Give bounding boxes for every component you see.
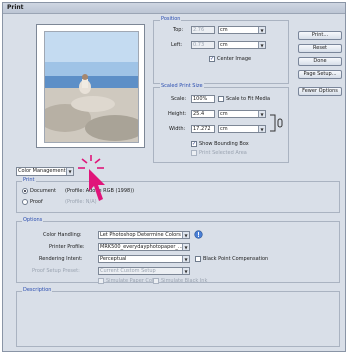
print-selected-label: Print Selected Area	[199, 150, 247, 156]
annotation-arrow-icon	[78, 155, 105, 201]
scale-field[interactable]: 100%	[191, 95, 215, 103]
top-unit-select[interactable]: cm ▼	[218, 26, 266, 34]
simulate-paper-label: Simulate Paper Color	[106, 278, 159, 284]
page-setup-button[interactable]: Page Setup...	[298, 70, 342, 79]
show-bbox-checkbox[interactable]: ✓	[191, 141, 197, 147]
width-label: Width:	[169, 126, 186, 132]
chevron-down-icon: ▼	[258, 111, 265, 117]
chevron-down-icon: ▼	[182, 232, 189, 238]
description-legend: Description	[22, 287, 53, 293]
window-title: Print	[7, 4, 24, 11]
color-handling-select[interactable]: Let Photoshop Determine Colors ▼	[98, 231, 190, 239]
height-unit-select[interactable]: cm ▼	[218, 110, 266, 118]
top-field[interactable]: 2.76	[191, 26, 215, 34]
bpc-checkbox[interactable]	[195, 256, 201, 262]
left-unit-select[interactable]: cm ▼	[218, 41, 266, 49]
print-dialog: Print Position Top: 2.76 cm ▼ Left: 0.73 …	[2, 2, 346, 352]
left-field[interactable]: 0.73	[191, 41, 215, 49]
fewer-options-button[interactable]: Fewer Options	[298, 87, 342, 96]
print-button[interactable]: Print...	[298, 31, 342, 40]
simulate-ink-checkbox[interactable]	[153, 278, 159, 284]
center-image-label: Center Image	[217, 56, 252, 62]
show-bbox-label: Show Bounding Box	[199, 141, 249, 147]
chevron-down-icon: ▼	[182, 268, 189, 274]
width-field[interactable]: 17.272	[191, 125, 215, 133]
proof-setup-label: Proof Setup Preset:	[32, 268, 80, 274]
width-unit-value: cm	[220, 126, 228, 132]
proof-setup-select[interactable]: Current Custom Setup ▼	[98, 267, 190, 275]
chevron-down-icon: ▼	[66, 168, 73, 175]
document-radio[interactable]	[22, 188, 28, 194]
document-label: Document	[30, 188, 56, 194]
chevron-down-icon: ▼	[182, 244, 189, 250]
print-legend: Print	[22, 177, 36, 183]
simulate-paper-checkbox[interactable]	[98, 278, 104, 284]
proof-label: Proof	[30, 199, 43, 205]
print-preview	[36, 24, 145, 148]
preview-image	[45, 32, 138, 142]
printer-profile-select[interactable]: MRK500_everydayphotopaper_... ▼	[98, 243, 190, 251]
warning-icon	[194, 230, 203, 239]
scale-to-fit-checkbox[interactable]	[218, 96, 224, 102]
chevron-down-icon: ▼	[258, 126, 265, 132]
height-label: Height:	[168, 111, 187, 117]
color-handling-value: Let Photoshop Determine Colors	[100, 232, 181, 238]
scaled-legend: Scaled Print Size	[160, 83, 204, 89]
printer-profile-value: MRK500_everydayphotopaper_...	[100, 244, 183, 250]
rendering-intent-label: Rendering Intent:	[39, 256, 83, 262]
scale-to-fit-label: Scale to Fit Media	[226, 96, 271, 102]
chevron-down-icon: ▼	[258, 27, 265, 33]
description-group	[16, 291, 340, 347]
chevron-down-icon: ▼	[258, 42, 265, 48]
height-unit-value: cm	[220, 111, 228, 117]
left-unit-value: cm	[220, 42, 228, 48]
simulate-ink-label: Simulate Black Ink	[161, 278, 208, 284]
reset-button[interactable]: Reset	[298, 44, 342, 53]
left-label: Left:	[171, 42, 183, 48]
print-selected-checkbox[interactable]	[191, 150, 197, 156]
chevron-down-icon: ▼	[182, 256, 189, 262]
done-button[interactable]: Done	[298, 57, 342, 66]
rendering-intent-select[interactable]: Perceptual ▼	[98, 255, 190, 263]
width-unit-select[interactable]: cm ▼	[218, 125, 266, 133]
top-unit-value: cm	[220, 27, 228, 33]
bpc-label: Black Point Compensation	[203, 256, 269, 262]
rendering-intent-value: Perceptual	[100, 256, 127, 262]
proof-setup-value: Current Custom Setup	[100, 268, 156, 274]
proof-radio[interactable]	[22, 199, 28, 205]
position-legend: Position	[160, 16, 182, 22]
height-field[interactable]: 25.4	[191, 110, 215, 118]
title-bar: Print	[3, 3, 345, 14]
print-group	[16, 181, 340, 213]
printer-profile-label: Printer Profile:	[49, 244, 85, 250]
preview-photo	[44, 31, 139, 143]
output-mode-value: Color Management	[18, 168, 66, 174]
center-image-checkbox[interactable]: ✓	[209, 56, 215, 62]
output-mode-select[interactable]: Color Management ▼	[16, 167, 74, 176]
top-label: Top:	[173, 27, 184, 33]
link-icon[interactable]	[269, 113, 283, 133]
color-handling-label: Color Handling:	[43, 232, 82, 238]
options-legend: Options	[22, 217, 44, 223]
scale-label: Scale:	[171, 96, 187, 102]
